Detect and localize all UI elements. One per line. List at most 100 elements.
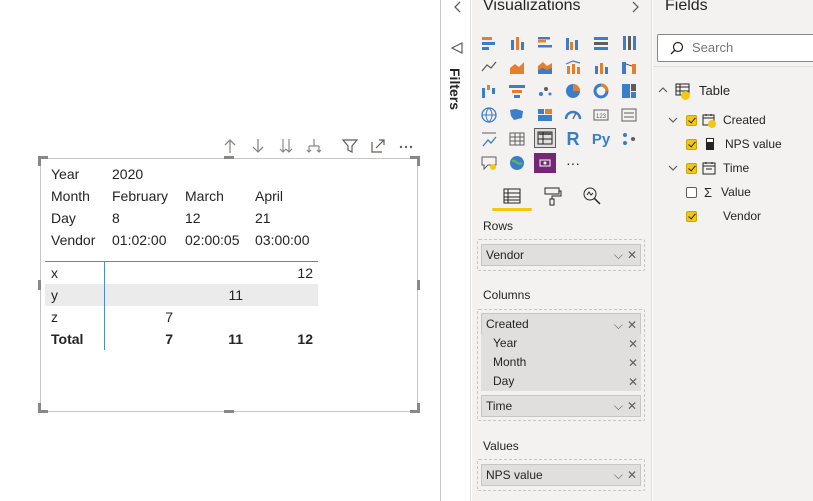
ribbon-chart-icon[interactable]	[618, 57, 640, 77]
column-header[interactable]: 03:00:00	[255, 229, 310, 251]
treemap-icon[interactable]	[618, 81, 640, 101]
columns-field-time[interactable]: Time ⌵ ✕	[481, 395, 641, 417]
filters-label[interactable]: Filters	[447, 68, 463, 110]
tree-item-vendor[interactable]: Vendor	[686, 206, 761, 226]
column-header[interactable]: 8	[112, 207, 120, 229]
map-icon[interactable]	[478, 105, 500, 125]
checkbox-created[interactable]	[686, 114, 697, 126]
resize-handle-top-right-v[interactable]	[417, 156, 420, 166]
columns-field-created[interactable]: Created ⌵ ✕	[481, 313, 641, 335]
line-and-stacked-column-icon[interactable]	[562, 57, 584, 77]
chevron-up-icon[interactable]	[657, 84, 669, 96]
gauge-icon[interactable]	[562, 105, 584, 125]
resize-handle-bottom-left-v[interactable]	[38, 403, 41, 413]
close-icon[interactable]: ✕	[628, 357, 638, 369]
line-and-clustered-column-icon[interactable]	[590, 57, 612, 77]
chevron-down-icon[interactable]: ⌵	[614, 469, 623, 481]
filters-pane[interactable]: Filters	[440, 0, 471, 501]
collapse-chevron-left-icon[interactable]	[451, 0, 465, 14]
rows-well[interactable]: Vendor ⌵ ✕	[477, 239, 645, 271]
scatter-chart-icon[interactable]	[534, 81, 556, 101]
r-script-visual-icon[interactable]: R	[562, 129, 584, 149]
clustered-column-chart-icon[interactable]	[562, 33, 584, 53]
columns-subfield-day[interactable]: Day ✕	[481, 372, 641, 391]
expand-all-down-icon[interactable]	[276, 136, 296, 156]
column-header[interactable]: 12	[185, 207, 201, 229]
column-header[interactable]: 21	[255, 207, 271, 229]
drill-down-icon[interactable]	[248, 136, 268, 156]
columns-subfield-year[interactable]: Year ✕	[481, 334, 641, 353]
arcgis-map-icon[interactable]	[506, 153, 528, 173]
chevron-down-icon[interactable]	[667, 114, 679, 126]
focus-mode-icon[interactable]	[368, 136, 388, 156]
key-influencers-icon[interactable]	[618, 129, 640, 149]
close-icon[interactable]: ✕	[628, 376, 638, 388]
column-header[interactable]: 2020	[112, 163, 143, 185]
more-options-icon[interactable]	[396, 136, 416, 156]
resize-handle-left[interactable]	[38, 280, 41, 290]
column-header[interactable]: March	[185, 185, 224, 207]
area-chart-icon[interactable]	[506, 57, 528, 77]
values-well[interactable]: NPS value ⌵ ✕	[477, 459, 645, 491]
row-header[interactable]: x	[51, 262, 58, 284]
tree-item-nps-value[interactable]: NPS value	[686, 134, 782, 154]
rows-field-vendor[interactable]: Vendor ⌵ ✕	[481, 244, 641, 266]
card-icon[interactable]: 123	[590, 105, 612, 125]
resize-handle-top-left-v[interactable]	[38, 156, 41, 166]
clustered-bar-chart-icon[interactable]	[534, 33, 556, 53]
expand-hierarchy-icon[interactable]	[304, 136, 324, 156]
chevron-down-icon[interactable]	[667, 162, 679, 174]
checkbox-time[interactable]	[686, 162, 697, 174]
resize-handle-bottom-right-v[interactable]	[417, 403, 420, 413]
chevron-down-icon[interactable]: ⌵	[614, 319, 623, 331]
column-header[interactable]: 01:02:00	[112, 229, 167, 251]
shape-map-icon[interactable]	[534, 105, 556, 125]
column-header[interactable]: 02:00:05	[185, 229, 240, 251]
collapse-chevron-right-icon[interactable]	[628, 0, 642, 14]
row-header[interactable]: z	[51, 306, 58, 328]
tree-item-created[interactable]: Created	[667, 110, 766, 130]
search-box[interactable]	[657, 34, 813, 62]
search-input[interactable]	[692, 40, 802, 55]
filled-map-icon[interactable]	[506, 105, 528, 125]
line-chart-icon[interactable]	[478, 57, 500, 77]
multi-row-card-icon[interactable]	[618, 105, 640, 125]
row-header[interactable]: y	[51, 284, 58, 306]
tree-item-time[interactable]: Time	[667, 158, 749, 178]
stacked-column-chart-icon[interactable]	[506, 33, 528, 53]
chevron-down-icon[interactable]: ⌵	[614, 249, 623, 261]
stacked-area-chart-icon[interactable]	[534, 57, 556, 77]
resize-handle-bottom[interactable]	[224, 410, 234, 413]
format-paint-roller-icon[interactable]	[532, 180, 572, 212]
close-icon[interactable]: ✕	[627, 400, 637, 412]
close-icon[interactable]: ✕	[627, 249, 637, 261]
drill-up-icon[interactable]	[220, 136, 240, 156]
kpi-icon[interactable]	[478, 129, 500, 149]
filter-funnel-icon[interactable]	[449, 40, 465, 56]
pie-chart-icon[interactable]	[562, 81, 584, 101]
funnel-chart-icon[interactable]	[506, 81, 528, 101]
filter-icon[interactable]	[340, 136, 360, 156]
close-icon[interactable]: ✕	[627, 469, 637, 481]
checkbox-value[interactable]	[686, 186, 697, 198]
100-percent-bar-chart-icon[interactable]	[590, 33, 612, 53]
power-apps-icon[interactable]	[534, 153, 556, 173]
checkbox-nps-value[interactable]	[686, 138, 697, 150]
column-header[interactable]: April	[255, 185, 283, 207]
chevron-down-icon[interactable]: ⌵	[614, 400, 623, 412]
matrix-icon[interactable]	[534, 128, 556, 148]
columns-subfield-month[interactable]: Month ✕	[481, 353, 641, 372]
close-icon[interactable]: ✕	[628, 338, 638, 350]
stacked-bar-chart-icon[interactable]	[478, 33, 500, 53]
python-visual-icon[interactable]: Py	[590, 129, 612, 149]
report-canvas[interactable]: Year 2020 Month February March April Day…	[0, 0, 440, 501]
100-percent-column-chart-icon[interactable]	[618, 33, 640, 53]
close-icon[interactable]: ✕	[627, 319, 637, 331]
column-header[interactable]: February	[112, 185, 168, 207]
table-icon[interactable]	[506, 129, 528, 149]
analytics-magnifier-icon[interactable]	[572, 180, 612, 212]
resize-handle-right[interactable]	[417, 280, 420, 290]
columns-well[interactable]: Created ⌵ ✕ Year ✕ Month ✕ Day ✕ Time ⌵ …	[477, 309, 645, 421]
tree-item-value[interactable]: Σ Value	[686, 182, 751, 202]
more-visuals-icon[interactable]: ···	[562, 153, 584, 173]
